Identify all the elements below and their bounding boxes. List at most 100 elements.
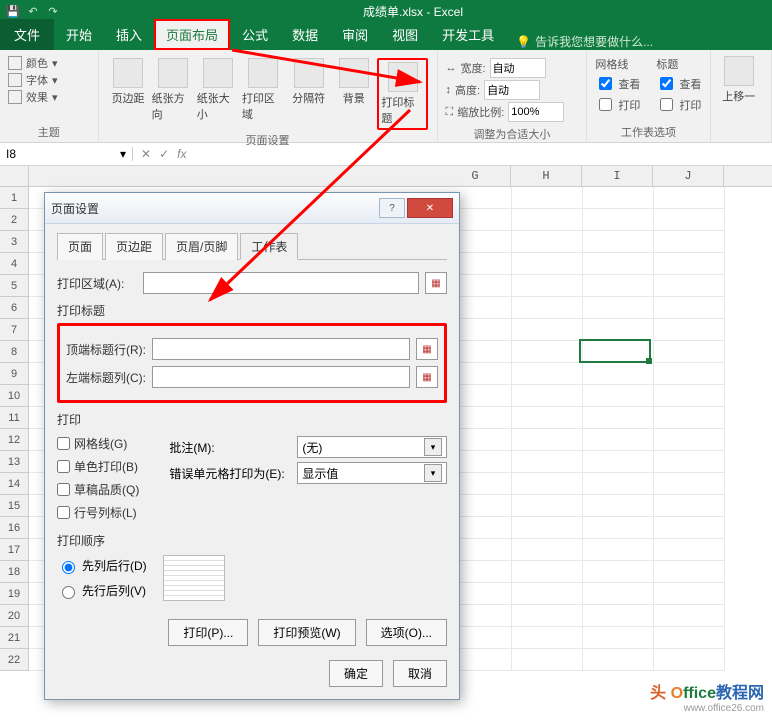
cell[interactable]	[583, 407, 654, 429]
cell[interactable]	[654, 341, 725, 363]
cell[interactable]	[583, 561, 654, 583]
cell[interactable]	[583, 275, 654, 297]
column-header[interactable]: J	[653, 166, 724, 186]
cell[interactable]	[512, 319, 583, 341]
fx-icon[interactable]: fx	[177, 147, 186, 161]
cell[interactable]	[512, 275, 583, 297]
cell[interactable]	[654, 495, 725, 517]
cell[interactable]	[512, 517, 583, 539]
scale-input[interactable]	[508, 102, 564, 122]
errors-combo[interactable]: 显示值▾	[297, 462, 447, 484]
range-picker-icon[interactable]: ▦	[425, 272, 447, 294]
cell[interactable]	[583, 539, 654, 561]
dialog-close-button[interactable]: ✕	[407, 198, 453, 218]
row-header[interactable]: 6	[0, 297, 29, 319]
column-header[interactable]: H	[511, 166, 582, 186]
cell[interactable]	[512, 341, 583, 363]
effects-label[interactable]: 效果	[26, 89, 48, 105]
range-picker-icon[interactable]: ▦	[416, 366, 438, 388]
print-preview-button[interactable]: 打印预览(W)	[258, 619, 355, 646]
cell[interactable]	[512, 473, 583, 495]
comments-combo[interactable]: (无)▾	[297, 436, 447, 458]
cell[interactable]	[583, 429, 654, 451]
fonts-label[interactable]: 字体	[26, 72, 48, 88]
tab-view[interactable]: 视图	[380, 19, 430, 50]
cell[interactable]	[512, 451, 583, 473]
cell[interactable]	[654, 473, 725, 495]
rowcol-headers-checkbox[interactable]	[57, 506, 70, 519]
cell[interactable]	[654, 275, 725, 297]
dialog-title-bar[interactable]: 页面设置 ? ✕	[45, 193, 459, 224]
down-then-over-radio[interactable]: 先列后行(D)	[57, 557, 147, 574]
column-header[interactable]: I	[582, 166, 653, 186]
dialog-help-button[interactable]: ?	[379, 198, 405, 218]
cell[interactable]	[512, 429, 583, 451]
row-header[interactable]: 8	[0, 341, 29, 363]
row-header[interactable]: 19	[0, 583, 29, 605]
cell[interactable]	[583, 187, 654, 209]
cell[interactable]	[654, 253, 725, 275]
chevron-down-icon[interactable]: ▾	[120, 147, 126, 161]
cell[interactable]	[512, 605, 583, 627]
cell[interactable]	[512, 539, 583, 561]
cell[interactable]	[583, 495, 654, 517]
row-header[interactable]: 3	[0, 231, 29, 253]
cell[interactable]	[583, 517, 654, 539]
cell[interactable]	[654, 561, 725, 583]
cell[interactable]	[583, 605, 654, 627]
undo-icon[interactable]: ↶	[26, 4, 40, 18]
cell[interactable]	[654, 605, 725, 627]
tab-page-layout[interactable]: 页面布局	[154, 19, 230, 50]
cell[interactable]	[512, 231, 583, 253]
tab-data[interactable]: 数据	[280, 19, 330, 50]
cell[interactable]	[654, 627, 725, 649]
cell[interactable]	[654, 385, 725, 407]
fonts-icon[interactable]	[8, 73, 22, 87]
cell[interactable]	[654, 407, 725, 429]
row-header[interactable]: 21	[0, 627, 29, 649]
cell[interactable]	[654, 539, 725, 561]
over-then-down-radio[interactable]: 先行后列(V)	[57, 582, 147, 599]
cell[interactable]	[654, 451, 725, 473]
name-box[interactable]: I8▾	[0, 147, 133, 161]
width-input[interactable]	[490, 58, 546, 78]
print-area-button[interactable]: 打印区域	[242, 58, 285, 122]
cell[interactable]	[583, 385, 654, 407]
cell[interactable]	[583, 209, 654, 231]
save-icon[interactable]: 💾	[6, 4, 20, 18]
row-header[interactable]: 16	[0, 517, 29, 539]
draft-checkbox[interactable]	[57, 483, 70, 496]
cell[interactable]	[512, 363, 583, 385]
effects-icon[interactable]	[8, 90, 22, 104]
dialog-tab-headerfooter[interactable]: 页眉/页脚	[165, 233, 238, 260]
cell[interactable]	[512, 583, 583, 605]
blackwhite-checkbox[interactable]	[57, 460, 70, 473]
top-rows-input[interactable]	[152, 338, 410, 360]
cell[interactable]	[512, 253, 583, 275]
cell[interactable]	[583, 583, 654, 605]
cell[interactable]	[654, 231, 725, 253]
cell[interactable]	[654, 209, 725, 231]
gridlines-view-checkbox[interactable]: 查看	[595, 74, 640, 93]
file-tab[interactable]: 文件	[0, 19, 54, 50]
row-header[interactable]: 2	[0, 209, 29, 231]
left-cols-input[interactable]	[152, 366, 410, 388]
cell[interactable]	[512, 297, 583, 319]
cell[interactable]	[583, 649, 654, 671]
print-titles-button[interactable]: 打印标题	[377, 58, 428, 130]
cell[interactable]	[583, 451, 654, 473]
height-input[interactable]	[484, 80, 540, 100]
row-header[interactable]: 9	[0, 363, 29, 385]
bring-forward-button[interactable]: 上移一	[719, 56, 759, 104]
options-button[interactable]: 选项(O)...	[366, 619, 447, 646]
row-header[interactable]: 22	[0, 649, 29, 671]
cell[interactable]	[654, 649, 725, 671]
gridlines-checkbox[interactable]	[57, 437, 70, 450]
row-header[interactable]: 5	[0, 275, 29, 297]
cell[interactable]	[654, 187, 725, 209]
enter-icon[interactable]: ✓	[159, 147, 169, 161]
cancel-icon[interactable]: ✕	[141, 147, 151, 161]
dialog-tab-margins[interactable]: 页边距	[105, 233, 163, 260]
cell[interactable]	[654, 583, 725, 605]
breaks-button[interactable]: 分隔符	[287, 58, 330, 106]
